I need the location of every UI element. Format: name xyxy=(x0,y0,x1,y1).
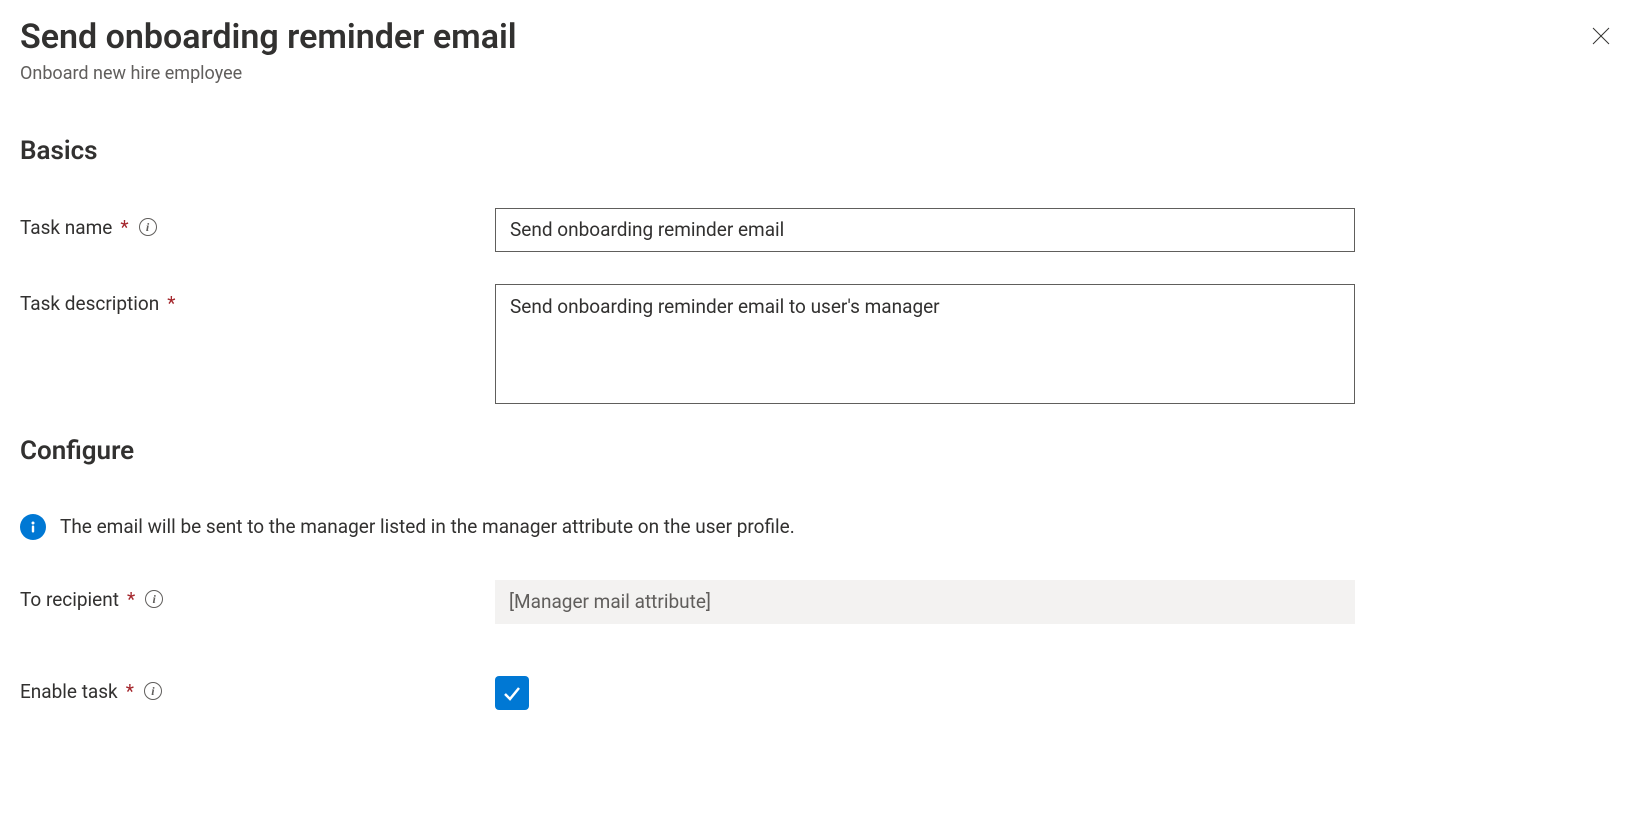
to-recipient-label: To recipient xyxy=(20,588,119,611)
task-config-panel: Send onboarding reminder email Onboard n… xyxy=(0,0,1645,762)
to-recipient-row: To recipient * i xyxy=(20,580,1625,624)
info-banner-icon xyxy=(20,514,46,540)
task-name-input[interactable] xyxy=(495,208,1355,252)
section-heading-basics: Basics xyxy=(20,136,1625,166)
task-description-label-wrap: Task description * xyxy=(20,284,495,315)
required-marker: * xyxy=(126,680,134,703)
task-name-label-wrap: Task name * i xyxy=(20,208,495,239)
required-marker: * xyxy=(127,588,135,611)
to-recipient-input xyxy=(495,580,1355,624)
required-marker: * xyxy=(120,216,128,239)
to-recipient-label-wrap: To recipient * i xyxy=(20,580,495,611)
info-banner-text: The email will be sent to the manager li… xyxy=(60,515,795,538)
enable-task-checkbox-wrap xyxy=(495,672,529,710)
info-icon[interactable]: i xyxy=(145,590,163,608)
enable-task-row: Enable task * i xyxy=(20,672,1625,710)
panel-title: Send onboarding reminder email xyxy=(20,16,1625,59)
check-icon xyxy=(501,682,523,704)
info-banner: The email will be sent to the manager li… xyxy=(20,514,1625,540)
info-icon[interactable]: i xyxy=(139,218,157,236)
info-icon[interactable]: i xyxy=(144,682,162,700)
required-marker: * xyxy=(167,292,175,315)
enable-task-label: Enable task xyxy=(20,680,118,703)
close-icon xyxy=(1591,26,1611,46)
panel-subtitle: Onboard new hire employee xyxy=(20,63,1625,84)
task-description-row: Task description * xyxy=(20,284,1625,404)
task-description-input[interactable] xyxy=(495,284,1355,404)
task-name-row: Task name * i xyxy=(20,208,1625,252)
task-name-label: Task name xyxy=(20,216,112,239)
task-description-label: Task description xyxy=(20,292,159,315)
enable-task-checkbox[interactable] xyxy=(495,676,529,710)
close-button[interactable] xyxy=(1585,20,1617,52)
enable-task-label-wrap: Enable task * i xyxy=(20,672,495,703)
section-heading-configure: Configure xyxy=(20,436,1625,466)
